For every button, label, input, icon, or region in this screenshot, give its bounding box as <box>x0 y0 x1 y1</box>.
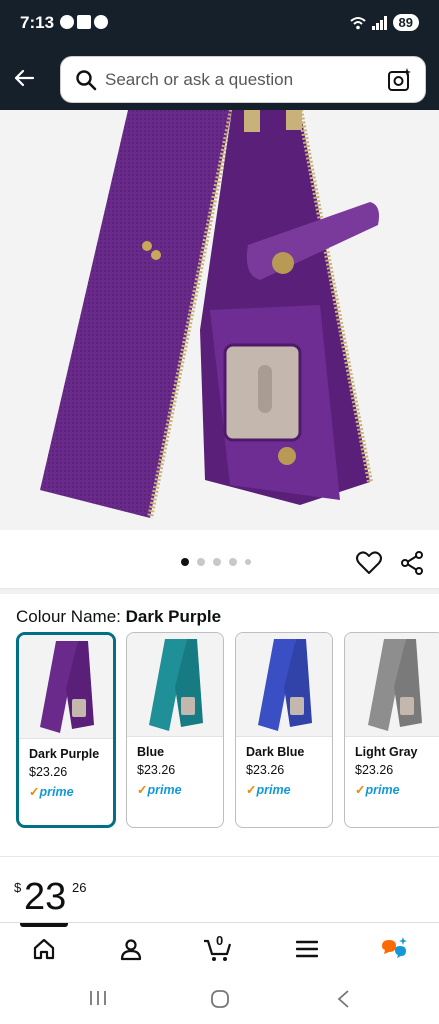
pagination-dot[interactable] <box>229 558 237 566</box>
back-arrow-icon[interactable] <box>12 66 36 90</box>
colour-label: Colour Name: <box>16 607 126 626</box>
swatch-image <box>236 633 332 737</box>
price-currency: $ <box>14 880 22 895</box>
section-divider <box>0 588 439 594</box>
prime-badge: ✓prime <box>137 782 182 797</box>
prime-check-icon: ✓ <box>137 783 148 797</box>
wifi-icon <box>349 16 366 29</box>
facebook-icon <box>60 15 74 29</box>
prime-check-icon: ✓ <box>355 783 366 797</box>
swatch-name: Blue <box>137 745 165 759</box>
status-bar: 7:13 89 <box>0 0 439 48</box>
home-button-icon[interactable] <box>210 989 230 1009</box>
swatch-price: $23.26 <box>29 765 68 779</box>
status-time: 7:13 <box>20 13 55 32</box>
prime-label: prime <box>365 783 400 797</box>
signal-icon <box>371 15 387 30</box>
prime-badge: ✓prime <box>29 784 74 799</box>
message-icon <box>77 15 91 29</box>
nav-rufus-assistant[interactable] <box>380 935 410 963</box>
swatch-light-gray[interactable]: Light Gray $23.26 ✓prime <box>344 632 439 828</box>
swatch-price: $23.26 <box>137 763 176 777</box>
prime-check-icon: ✓ <box>29 785 40 799</box>
pagination-dot[interactable] <box>181 558 189 566</box>
swatch-name: Dark Purple <box>29 747 100 761</box>
battery-indicator: 89 <box>392 14 419 31</box>
colour-swatches: Dark Purple $23.26 ✓prime Blue $23.26 ✓p… <box>16 632 439 832</box>
pagination-dot[interactable] <box>245 559 251 565</box>
swatch-dark-purple[interactable]: Dark Purple $23.26 ✓prime <box>16 632 116 828</box>
wallet-image <box>0 110 439 530</box>
rufus-assistant-icon <box>382 937 407 958</box>
swatch-name: Dark Blue <box>246 745 305 759</box>
nav-home[interactable] <box>29 935 59 963</box>
status-right: 89 <box>349 14 419 31</box>
colour-value: Dark Purple <box>125 607 222 626</box>
wallet-thumbnail <box>149 638 203 731</box>
prime-check-icon: ✓ <box>246 783 257 797</box>
swatch-image <box>127 633 223 737</box>
pagination-dot[interactable] <box>197 558 205 566</box>
search-input[interactable] <box>105 57 375 102</box>
price-fraction: 26 <box>72 880 87 895</box>
person-icon <box>120 939 142 961</box>
swatch-image <box>345 633 439 737</box>
prime-badge: ✓prime <box>355 782 400 797</box>
search-icon <box>76 70 97 91</box>
swatch-price: $23.26 <box>246 763 285 777</box>
whatsapp-icon <box>94 15 108 29</box>
colour-name-label: Colour Name: Dark Purple <box>16 607 221 627</box>
search-header <box>0 48 439 110</box>
prime-label: prime <box>147 783 182 797</box>
system-nav-bar <box>0 974 439 1024</box>
bottom-nav: 0 <box>0 922 439 974</box>
swatch-price: $23.26 <box>355 763 394 777</box>
wallet-thumbnail <box>258 638 312 731</box>
recent-apps-icon[interactable] <box>88 989 108 1007</box>
cart-count: 0 <box>216 933 224 948</box>
prime-badge: ✓prime <box>246 782 291 797</box>
swatch-dark-blue[interactable]: Dark Blue $23.26 ✓prime <box>235 632 333 828</box>
product-price: $ 23 26 <box>14 876 114 920</box>
home-icon <box>33 938 55 960</box>
wallet-thumbnail <box>368 638 422 731</box>
swatch-name: Light Gray <box>355 745 418 759</box>
wallet-thumbnail <box>40 640 94 733</box>
notification-icons <box>60 15 108 29</box>
price-whole: 23 <box>24 876 67 918</box>
nav-cart[interactable]: 0 <box>203 933 233 963</box>
product-image[interactable] <box>0 110 439 530</box>
hamburger-menu-icon <box>296 940 318 958</box>
section-divider <box>0 856 439 857</box>
nav-account[interactable] <box>116 935 146 963</box>
heart-icon[interactable] <box>356 551 382 575</box>
prime-label: prime <box>256 783 291 797</box>
nav-menu[interactable] <box>292 935 322 963</box>
image-pagination-dots <box>181 558 251 566</box>
active-tab-indicator <box>20 923 68 927</box>
swatch-blue[interactable]: Blue $23.26 ✓prime <box>126 632 224 828</box>
pagination-dot[interactable] <box>213 558 221 566</box>
search-box[interactable] <box>60 56 426 103</box>
back-button-icon[interactable] <box>336 989 350 1009</box>
camera-search-icon[interactable] <box>387 67 413 93</box>
prime-label: prime <box>39 785 74 799</box>
share-icon[interactable] <box>400 551 424 575</box>
swatch-image <box>19 635 113 739</box>
